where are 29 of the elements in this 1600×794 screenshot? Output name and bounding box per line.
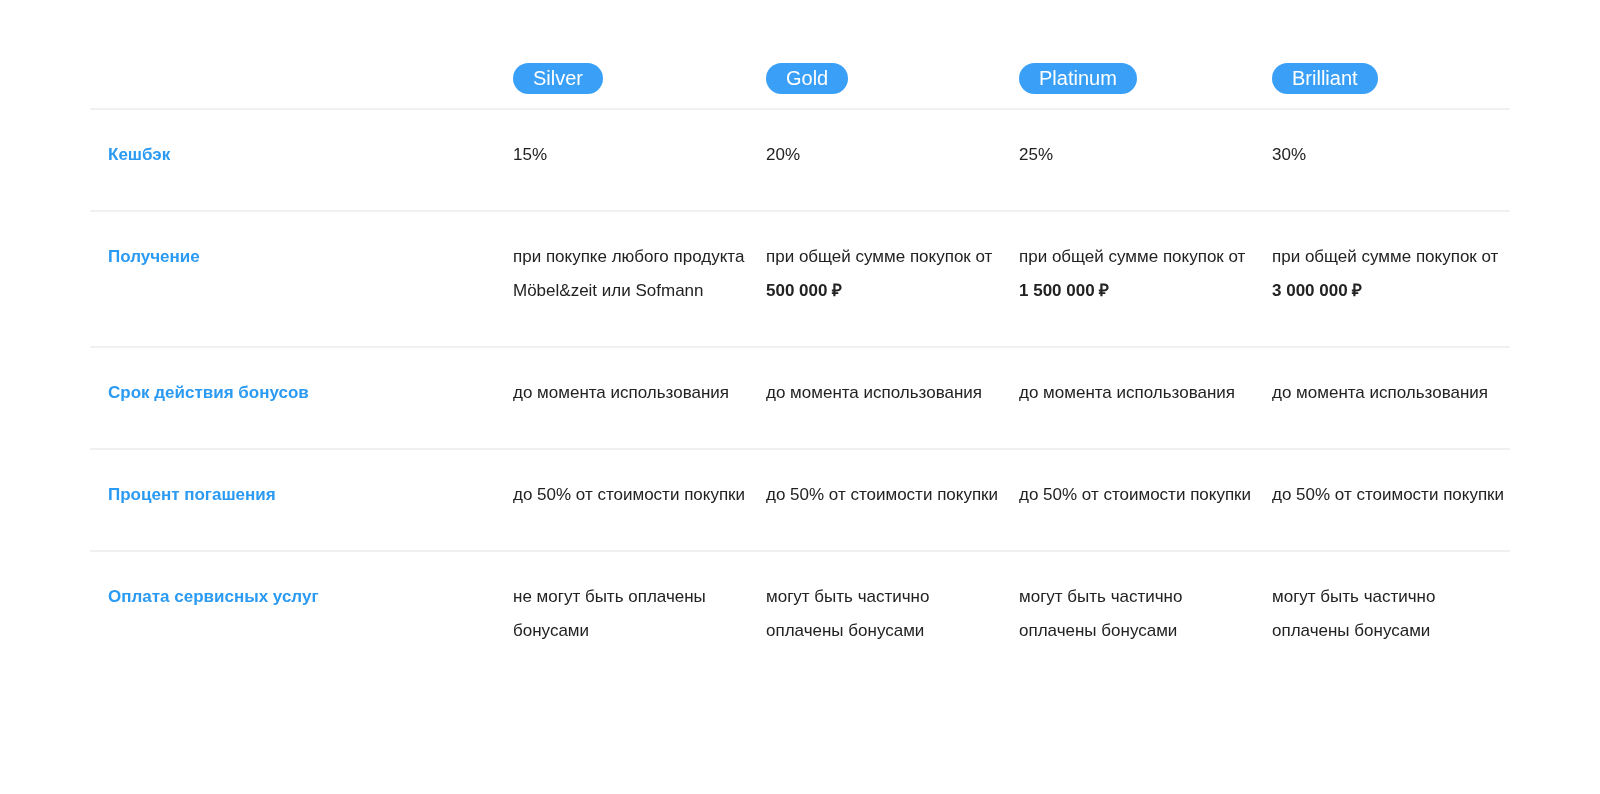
table-cell-text: до момента использования <box>1272 382 1490 404</box>
row-label: Получение <box>107 246 201 268</box>
table-cell-text: до 50% от стоимости покупки <box>1272 484 1506 506</box>
tier-badge: Brilliant <box>1272 63 1378 94</box>
table-cell-text: не могут быть оплачены бонусами <box>513 586 707 642</box>
table-cell-text: 20% <box>766 144 802 166</box>
table-cell-text: до 50% от стоимости покупки <box>766 484 1000 506</box>
table-cell-text: при покупке любого продукта Möbel&zeit или Sofmann <box>513 246 746 302</box>
row-label: Срок действия бонусов <box>107 382 310 404</box>
table-cell-text: до момента использования <box>1019 382 1237 404</box>
table-cell-text: до момента использования <box>766 382 984 404</box>
table-cell-text: до момента использования <box>513 382 731 404</box>
row-label: Кешбэк <box>107 144 172 166</box>
table-cell-text: могут быть частично оплачены бонусами <box>1019 586 1184 642</box>
table-cell-text: могут быть частично оплачены бонусами <box>766 586 931 642</box>
table-cell-text: при общей сумме покупок от 500 000 ₽ <box>766 246 994 302</box>
table-cell-text: 25% <box>1019 144 1055 166</box>
table-cell-text: до 50% от стоимости покупки <box>513 484 747 506</box>
table-cell-text: при общей сумме покупок от 1 500 000 ₽ <box>1019 246 1247 302</box>
table-cell-text: до 50% от стоимости покупки <box>1019 484 1253 506</box>
table-cell-text: 30% <box>1272 144 1308 166</box>
table-cell-text: 15% <box>513 144 549 166</box>
tier-badge: Gold <box>766 63 849 94</box>
table-cell-text: при общей сумме покупок от 3 000 000 ₽ <box>1272 246 1500 302</box>
row-label: Оплата сервисных услуг <box>107 586 320 608</box>
table-cell-text: могут быть частично оплачены бонусами <box>1272 586 1437 642</box>
tier-badge: Silver <box>513 63 603 94</box>
row-label: Процент погашения <box>107 484 277 506</box>
tier-badge: Platinum <box>1019 63 1137 94</box>
